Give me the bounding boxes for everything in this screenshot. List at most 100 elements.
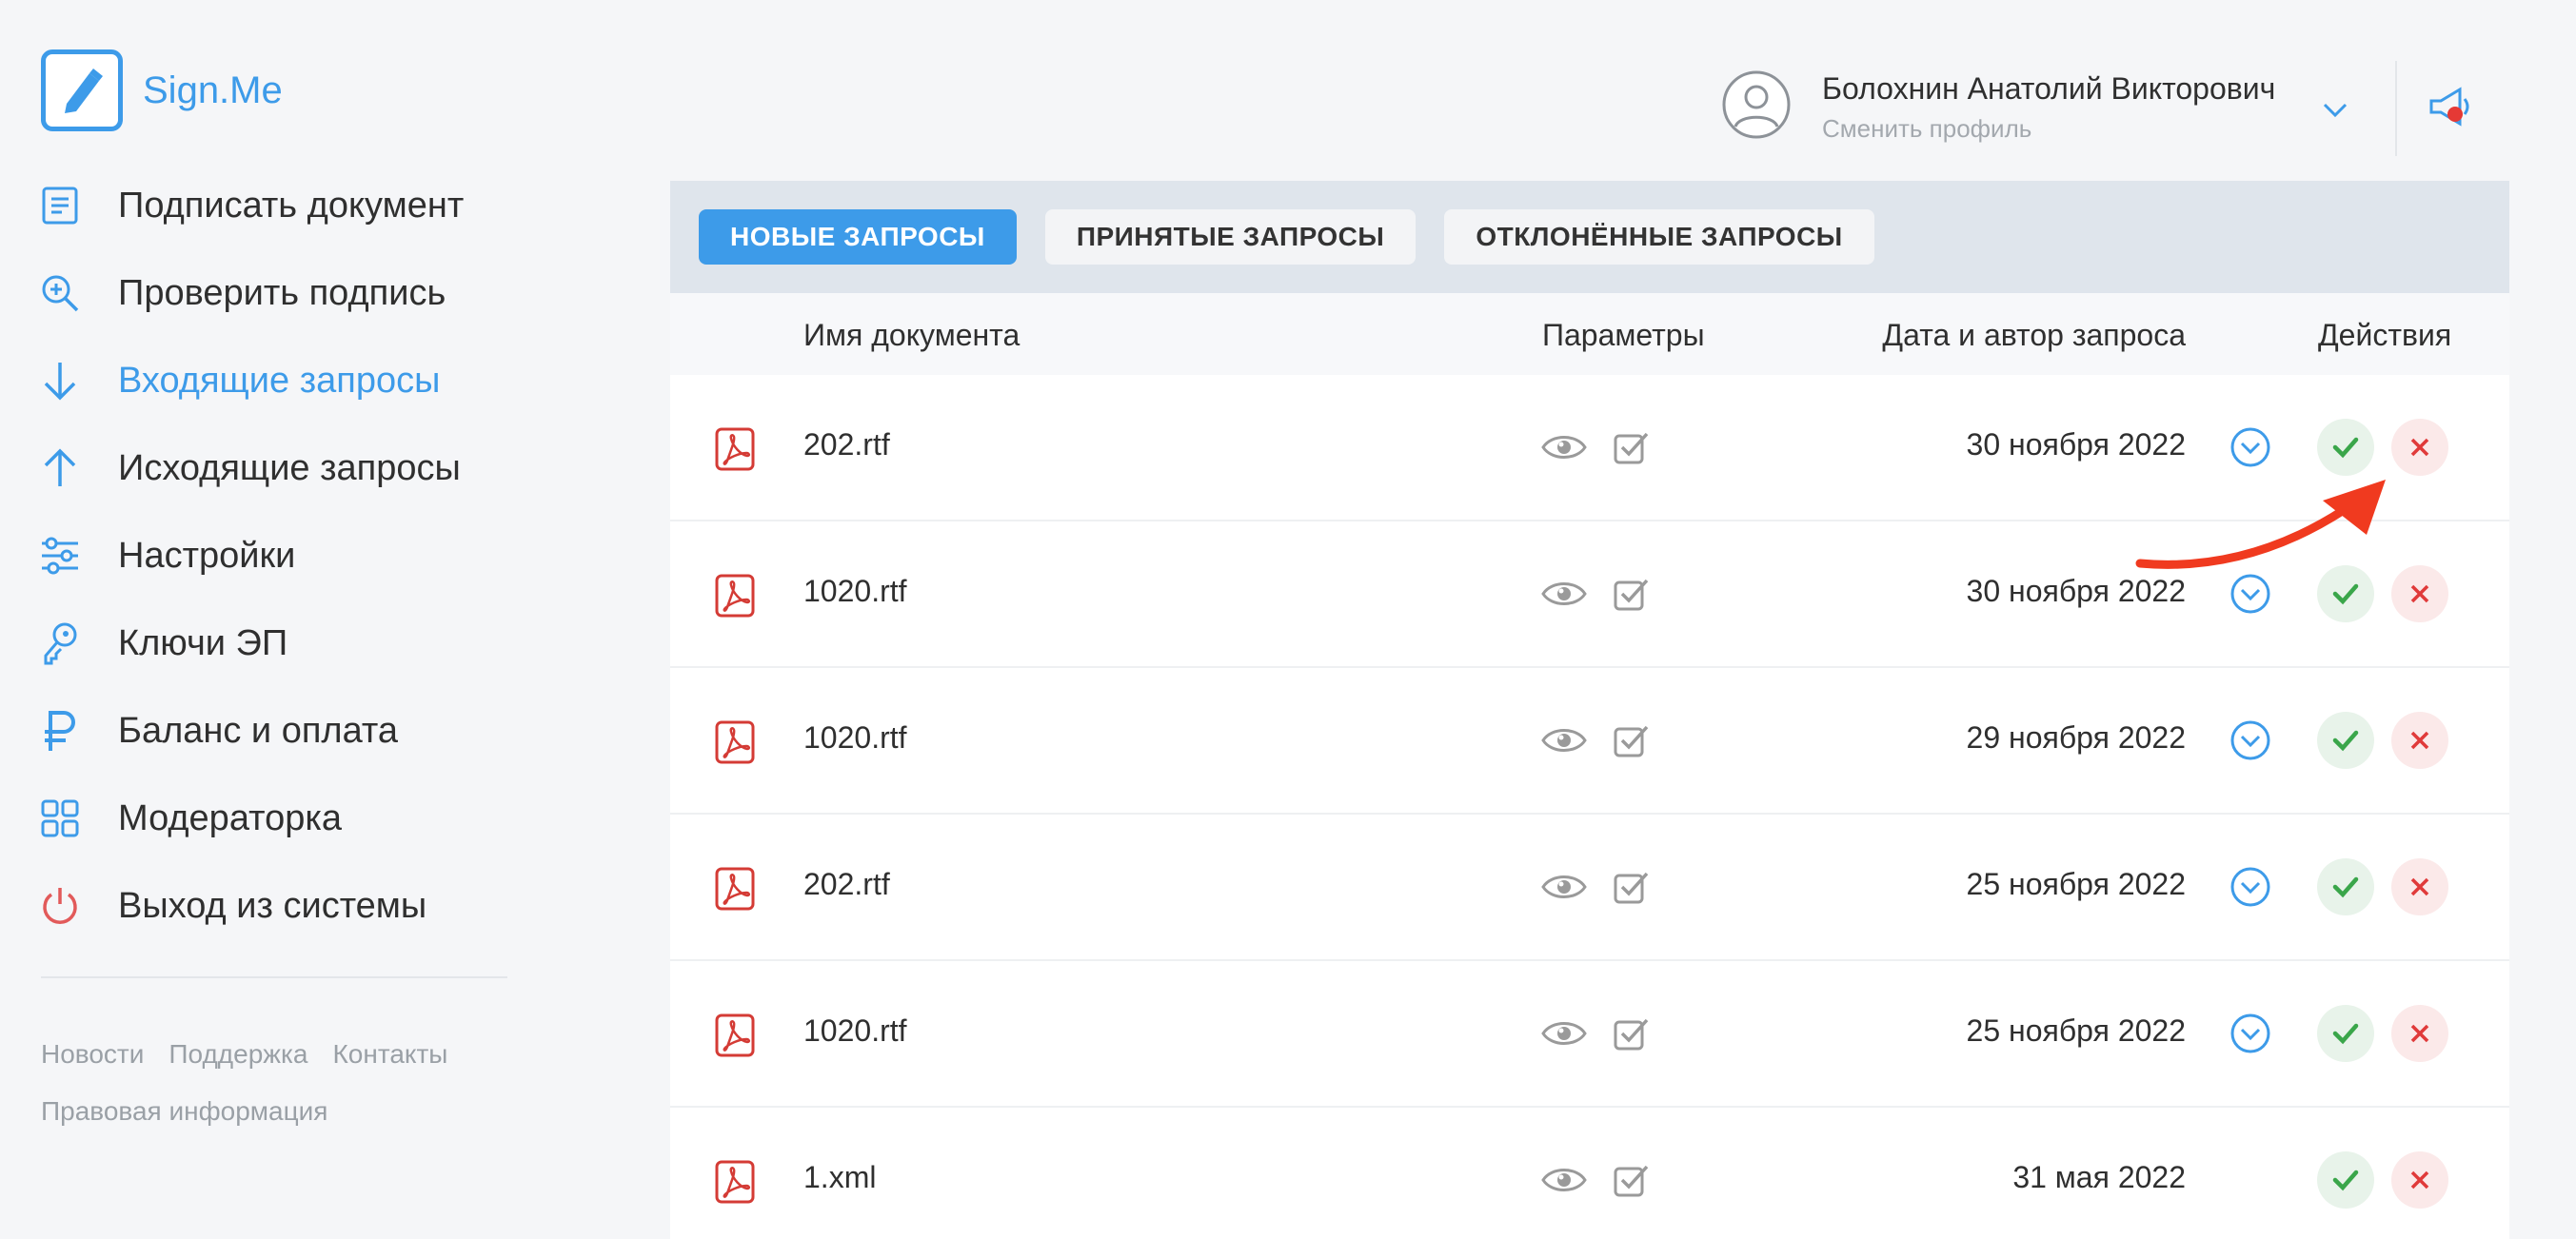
- megaphone-icon[interactable]: [2424, 82, 2477, 138]
- eye-icon[interactable]: [1540, 579, 1588, 614]
- sliders-icon: [38, 534, 82, 578]
- chevron-circle-down-icon[interactable]: [2229, 1013, 2271, 1059]
- tab-accepted-requests[interactable]: ПРИНЯТЫЕ ЗАПРОСЫ: [1044, 209, 1417, 265]
- chevron-down-icon[interactable]: [2319, 93, 2351, 130]
- avatar-icon: [1721, 69, 1792, 145]
- nav-settings[interactable]: Настройки: [38, 512, 514, 600]
- header-document-name[interactable]: Имя документа: [803, 318, 1020, 353]
- pdf-file-icon: [714, 866, 756, 916]
- close-icon: [2410, 438, 2429, 457]
- checkbox-params-icon[interactable]: [1613, 428, 1651, 471]
- header-separator: [2395, 61, 2397, 156]
- eye-icon[interactable]: [1540, 1165, 1588, 1200]
- checkmark-icon: [2332, 876, 2359, 898]
- switch-profile-link[interactable]: Сменить профиль: [1822, 114, 2275, 144]
- app-logo[interactable]: Sign.Me: [41, 49, 283, 131]
- reject-button[interactable]: [2391, 419, 2448, 476]
- header-date-author[interactable]: Дата и автор запроса: [1882, 318, 2186, 353]
- link-support[interactable]: Поддержка: [168, 1039, 307, 1069]
- nav-moderation[interactable]: Модераторка: [38, 775, 514, 862]
- user-profile[interactable]: Болохнин Анатолий Викторович Сменить про…: [1721, 69, 2275, 145]
- request-date: 30 ноября 2022: [1966, 427, 2186, 462]
- nav-sign-document[interactable]: Подписать документ: [38, 162, 514, 249]
- table-row[interactable]: 202.rtf 25 ноября 2022: [670, 815, 2509, 961]
- close-icon: [2410, 877, 2429, 896]
- reject-button[interactable]: [2391, 565, 2448, 622]
- table-body: 202.rtf 30 ноября 2022 1020.rtf 30 ноябр…: [670, 375, 2509, 1239]
- tabs-bar: НОВЫЕ ЗАПРОСЫ ПРИНЯТЫЕ ЗАПРОСЫ ОТКЛОНЁНН…: [670, 181, 2509, 293]
- reject-button[interactable]: [2391, 1005, 2448, 1062]
- nav-label: Проверить подпись: [118, 272, 446, 313]
- eye-icon[interactable]: [1540, 1018, 1588, 1053]
- table-row[interactable]: 1020.rtf 30 ноября 2022: [670, 521, 2509, 668]
- document-name[interactable]: 1020.rtf: [803, 574, 907, 609]
- pdf-file-icon: [714, 1159, 756, 1210]
- nav-balance[interactable]: Баланс и оплата: [38, 687, 514, 775]
- nav-label: Выход из системы: [118, 885, 427, 926]
- document-name[interactable]: 202.rtf: [803, 427, 890, 462]
- reject-button[interactable]: [2391, 1151, 2448, 1209]
- accept-button[interactable]: [2317, 1005, 2374, 1062]
- request-date: 30 ноября 2022: [1966, 574, 2186, 608]
- nav-logout[interactable]: Выход из системы: [38, 862, 514, 950]
- nav-label: Ключи ЭП: [118, 622, 288, 663]
- close-icon: [2410, 584, 2429, 603]
- accept-button[interactable]: [2317, 712, 2374, 769]
- reject-button[interactable]: [2391, 712, 2448, 769]
- table-row[interactable]: 1020.rtf 29 ноября 2022: [670, 668, 2509, 815]
- eye-icon[interactable]: [1540, 725, 1588, 760]
- key-icon: [38, 621, 82, 665]
- checkbox-params-icon[interactable]: [1613, 868, 1651, 911]
- checkmark-icon: [2332, 730, 2359, 752]
- chevron-circle-down-icon[interactable]: [2229, 719, 2271, 766]
- link-contacts[interactable]: Контакты: [332, 1039, 447, 1069]
- chevron-circle-down-icon[interactable]: [2229, 573, 2271, 620]
- checkbox-params-icon[interactable]: [1613, 721, 1651, 764]
- document-icon: [38, 184, 82, 227]
- nav-incoming-requests[interactable]: Входящие запросы: [38, 337, 514, 424]
- table-row[interactable]: 1020.rtf 25 ноября 2022: [670, 961, 2509, 1108]
- nav-verify-signature[interactable]: Проверить подпись: [38, 249, 514, 337]
- eye-icon[interactable]: [1540, 872, 1588, 907]
- chevron-circle-down-icon[interactable]: [2229, 426, 2271, 473]
- tab-rejected-requests[interactable]: ОТКЛОНЁННЫЕ ЗАПРОСЫ: [1444, 209, 1874, 265]
- arrow-down-icon: [38, 359, 82, 403]
- table-header: Имя документа Параметры Дата и автор зап…: [670, 293, 2509, 375]
- search-plus-icon: [38, 271, 82, 315]
- nav-outgoing-requests[interactable]: Исходящие запросы: [38, 424, 514, 512]
- document-name[interactable]: 1.xml: [803, 1160, 876, 1195]
- user-name: Болохнин Анатолий Викторович: [1822, 70, 2276, 106]
- request-date: 31 мая 2022: [2012, 1160, 2186, 1194]
- document-name[interactable]: 1020.rtf: [803, 1013, 907, 1049]
- checkbox-params-icon[interactable]: [1613, 1161, 1651, 1204]
- close-icon: [2410, 1170, 2429, 1190]
- accept-button[interactable]: [2317, 419, 2374, 476]
- link-news[interactable]: Новости: [41, 1039, 144, 1069]
- nav-label: Входящие запросы: [118, 360, 441, 401]
- checkbox-params-icon[interactable]: [1613, 575, 1651, 618]
- link-legal[interactable]: Правовая информация: [41, 1096, 327, 1126]
- table-row[interactable]: 202.rtf 30 ноября 2022: [670, 375, 2509, 521]
- chevron-circle-down-icon[interactable]: [2229, 866, 2271, 913]
- sidebar-nav: Подписать документ Проверить подпись Вхо…: [38, 162, 514, 950]
- accept-button[interactable]: [2317, 565, 2374, 622]
- table-row[interactable]: 1.xml 31 мая 2022: [670, 1108, 2509, 1239]
- nav-label: Настройки: [118, 535, 296, 576]
- checkbox-params-icon[interactable]: [1613, 1014, 1651, 1057]
- nav-label: Модераторка: [118, 797, 342, 838]
- reject-button[interactable]: [2391, 858, 2448, 915]
- tab-new-requests[interactable]: НОВЫЕ ЗАПРОСЫ: [699, 209, 1017, 265]
- document-name[interactable]: 202.rtf: [803, 867, 890, 902]
- request-date: 29 ноября 2022: [1966, 720, 2186, 755]
- header-parameters: Параметры: [1542, 318, 1705, 352]
- nav-keys[interactable]: Ключи ЭП: [38, 600, 514, 687]
- eye-icon[interactable]: [1540, 432, 1588, 467]
- accept-button[interactable]: [2317, 858, 2374, 915]
- sidebar-divider: [41, 976, 507, 978]
- pdf-file-icon: [714, 719, 756, 770]
- accept-button[interactable]: [2317, 1151, 2374, 1209]
- request-date: 25 ноября 2022: [1966, 867, 2186, 901]
- request-date: 25 ноября 2022: [1966, 1013, 2186, 1048]
- nav-label: Баланс и оплата: [118, 710, 398, 751]
- document-name[interactable]: 1020.rtf: [803, 720, 907, 756]
